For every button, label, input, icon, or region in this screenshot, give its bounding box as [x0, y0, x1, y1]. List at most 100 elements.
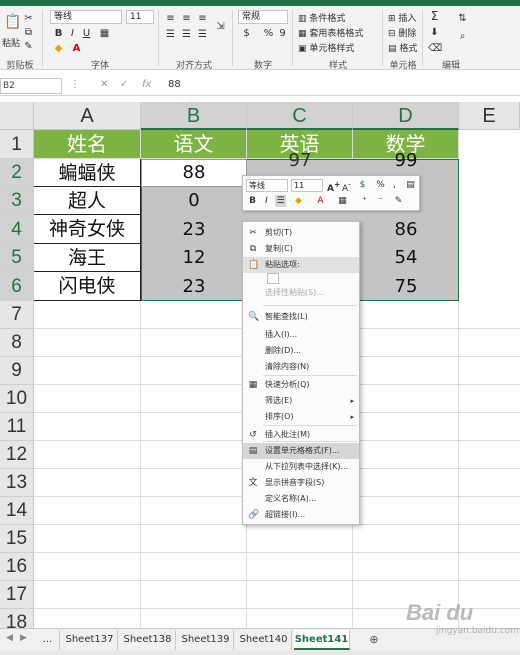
menu-item-hyperlink[interactable]: 🔗 超链接(I)... — [243, 507, 359, 523]
scroll-left-icon[interactable]: ◀ — [6, 633, 13, 643]
mini-decimal-increase-icon[interactable]: ⁺ — [359, 195, 370, 207]
menu-item-paste-special[interactable]: 选择性粘贴(S)... — [243, 285, 359, 301]
chinese-score-cell[interactable]: 23 — [141, 272, 247, 301]
sheet-tab[interactable]: Sheet140 — [236, 630, 292, 650]
sort-filter-icon[interactable]: ⇅ — [456, 12, 469, 25]
menu-item-show-phonetic[interactable]: 文显示拼音字段(S) — [243, 475, 359, 491]
copy-icon[interactable]: ⧉ — [22, 26, 35, 39]
mini-decrease-font-icon[interactable]: A- — [341, 179, 352, 195]
header-chinese-cell[interactable]: 语文 — [141, 130, 247, 159]
border-icon[interactable]: ▦ — [98, 27, 111, 40]
italic-button[interactable]: I — [66, 27, 79, 40]
mini-align-center-icon[interactable]: ☰ — [275, 195, 286, 207]
mini-fill-color-icon[interactable]: ◆ — [293, 195, 304, 207]
align-top-icon[interactable]: ≡ — [164, 12, 177, 25]
align-right-icon[interactable]: ☰ — [196, 28, 209, 41]
row-header-4[interactable]: 4 — [0, 215, 34, 244]
mini-comma-icon[interactable]: , — [389, 179, 400, 191]
name-box[interactable]: B2 — [0, 78, 62, 94]
comma-button[interactable]: 9 — [276, 27, 289, 40]
fill-color-icon[interactable]: ◆ — [52, 42, 65, 55]
row-header-6[interactable]: 6 — [0, 272, 34, 301]
chinese-score-cell[interactable]: 88 — [141, 159, 247, 187]
conditional-format-button[interactable]: ▥ 条件格式 — [298, 11, 345, 24]
mini-font-name-box[interactable]: 等线 — [246, 179, 288, 192]
menu-item-copy[interactable]: ⧉ 复制(C) — [243, 241, 359, 257]
align-middle-icon[interactable]: ≡ — [180, 12, 193, 25]
mini-decimal-decrease-icon[interactable]: ⁻ — [375, 195, 386, 207]
mini-format-painter-icon[interactable]: ▤ — [405, 179, 416, 191]
add-sheet-icon[interactable]: ⊕ — [366, 630, 382, 650]
menu-item-format-cells[interactable]: ▤ 设置单元格格式(F)... — [243, 443, 359, 459]
menu-item-clear-contents[interactable]: 清除内容(N) — [243, 359, 359, 375]
format-painter-icon[interactable]: ✎ — [22, 40, 35, 53]
name-box-dropdown-icon[interactable]: ⋮ — [70, 79, 80, 90]
confirm-icon[interactable]: ✓ — [120, 79, 128, 90]
menu-item-paste-options[interactable]: 📋 粘贴选项: — [243, 257, 359, 273]
math-score-cell[interactable]: 86 — [353, 215, 459, 244]
align-center-icon[interactable]: ☰ — [180, 28, 193, 41]
english-score-cell[interactable]: 97 — [247, 151, 353, 171]
column-header-c[interactable]: C — [247, 102, 353, 130]
name-cell[interactable]: 闪电侠 — [34, 272, 141, 301]
insert-cells-button[interactable]: ⊞ 插入 — [388, 11, 416, 24]
menu-item-quick-analysis[interactable]: ▦ 快速分析(Q) — [243, 377, 359, 393]
name-cell[interactable]: 蝙蝠侠 — [34, 159, 141, 187]
row-header-17[interactable]: 17 — [0, 581, 34, 609]
row-header-3[interactable]: 3 — [0, 187, 34, 215]
column-header-a[interactable]: A — [34, 102, 141, 130]
math-score-cell[interactable]: 99 — [353, 151, 459, 171]
format-cells-button[interactable]: ▤ 格式 — [388, 41, 417, 54]
cell-style-button[interactable]: ▣ 单元格样式 — [298, 41, 354, 54]
bold-button[interactable]: B — [52, 27, 65, 40]
row-header-14[interactable]: 14 — [0, 497, 34, 525]
row-header-9[interactable]: 9 — [0, 357, 34, 385]
column-header-d[interactable]: D — [353, 102, 459, 130]
mini-bold-button[interactable]: B — [247, 195, 258, 207]
row-header-5[interactable]: 5 — [0, 244, 34, 272]
number-format-box[interactable]: 常规 — [238, 10, 288, 24]
row-header-11[interactable]: 11 — [0, 413, 34, 441]
select-all-corner[interactable] — [0, 102, 34, 130]
align-bottom-icon[interactable]: ≡ — [196, 12, 209, 25]
cut-icon[interactable]: ✂ — [22, 12, 35, 25]
name-cell[interactable]: 超人 — [34, 187, 141, 215]
column-header-e[interactable]: E — [459, 102, 520, 130]
row-header-8[interactable]: 8 — [0, 329, 34, 357]
mini-border-icon[interactable]: ▦ — [337, 195, 348, 207]
sheet-tab[interactable]: Sheet137 — [62, 630, 118, 650]
formula-input[interactable]: 88 — [168, 79, 181, 90]
header-name-cell[interactable]: 姓名 — [34, 130, 141, 159]
name-cell[interactable]: 海王 — [34, 244, 141, 272]
clear-icon[interactable]: ⌫ — [428, 42, 442, 55]
row-header-15[interactable]: 15 — [0, 525, 34, 553]
math-score-cell[interactable]: 54 — [353, 244, 459, 272]
mini-percent-button[interactable]: % — [375, 179, 386, 191]
find-select-icon[interactable]: ⌕ — [456, 30, 469, 43]
paste-label[interactable]: 粘贴 — [2, 36, 20, 49]
mini-font-color-icon[interactable]: A — [315, 195, 326, 207]
sheet-tab[interactable]: Sheet138 — [120, 630, 176, 650]
percent-button[interactable]: % — [262, 27, 275, 40]
row-header-13[interactable]: 13 — [0, 469, 34, 497]
more-sheets-button[interactable]: ... — [36, 630, 60, 650]
currency-icon[interactable]: $ — [240, 27, 253, 40]
chinese-score-cell[interactable]: 12 — [141, 244, 247, 272]
sheet-tab[interactable]: Sheet141 — [294, 630, 350, 650]
mini-font-size-box[interactable]: 11 — [291, 179, 323, 192]
row-header-16[interactable]: 16 — [0, 553, 34, 581]
row-header-12[interactable]: 12 — [0, 441, 34, 469]
mini-increase-font-icon[interactable]: A+ — [327, 179, 340, 195]
menu-item-define-name[interactable]: 定义名称(A)... — [243, 491, 359, 507]
math-score-cell[interactable]: 75 — [353, 272, 459, 301]
menu-item-sort[interactable]: 排序(O) ▸ — [243, 409, 359, 425]
menu-item-filter[interactable]: 筛选(E) ▸ — [243, 393, 359, 409]
menu-item-pick-from-list[interactable]: 从下拉列表中选择(K)... — [243, 459, 359, 475]
menu-item-smart-lookup[interactable]: 🔍 智能查找(L) — [243, 309, 359, 325]
sheet-tab[interactable]: Sheet139 — [178, 630, 234, 650]
insert-function-icon[interactable]: fx — [142, 79, 151, 90]
font-color-icon[interactable]: A — [70, 42, 83, 55]
mini-paintbrush-icon[interactable]: ✎ — [393, 195, 404, 207]
row-header-2[interactable]: 2 — [0, 159, 34, 187]
cancel-icon[interactable]: ✕ — [100, 79, 108, 90]
